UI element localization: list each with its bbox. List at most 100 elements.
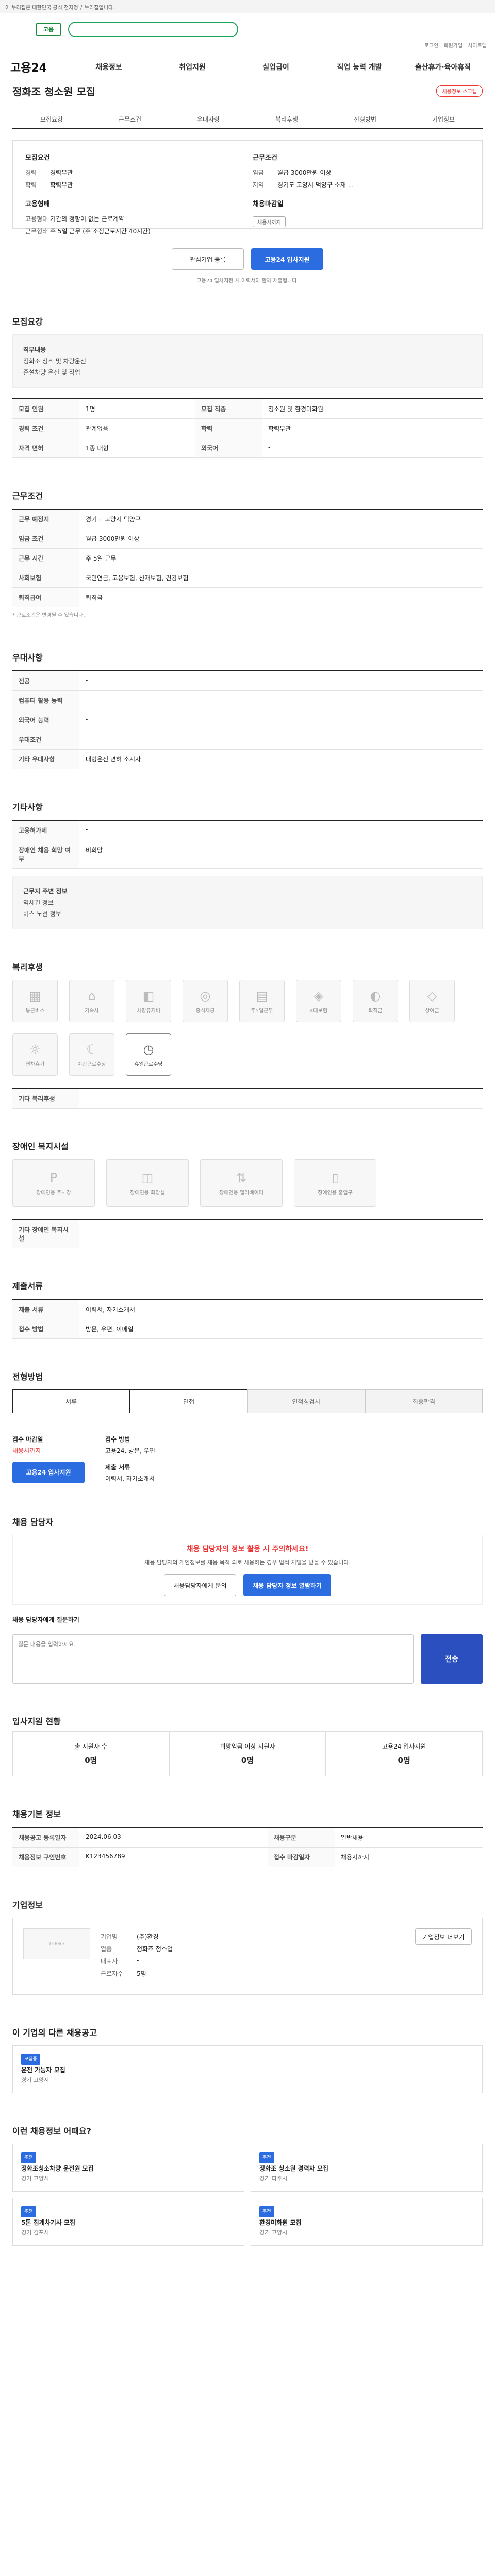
row-value: 이력서, 자기소개서 <box>79 1299 483 1319</box>
nav-item-support[interactable]: 취업지원 <box>151 62 234 72</box>
welfare-item: ☼ 연차휴가 <box>12 1033 58 1076</box>
disabled-etc: 기타 장애인 복지시설 - <box>12 1219 483 1248</box>
row-value: 경기도 고양시 덕양구 <box>79 509 483 529</box>
entrance-icon: ▯ <box>332 1170 339 1185</box>
method-label: 접수 방법 <box>105 1436 130 1443</box>
row-value: - <box>79 820 483 840</box>
logo[interactable]: 고용 <box>36 23 61 36</box>
process-step: 서류 <box>12 1389 130 1413</box>
card-tag: 추천 <box>259 2152 274 2163</box>
apply-button[interactable]: 고용24 입사지원 <box>251 248 323 270</box>
nearby-item[interactable]: 버스 노선 정보 <box>23 908 472 920</box>
company-more-button[interactable]: 기업정보 더보기 <box>415 1928 472 1945</box>
recommend-card[interactable]: 추천 정화조 청소원 경력자 모집 경기 파주시 <box>251 2144 483 2192</box>
contact-inquiry-button[interactable]: 채용담당자에게 문의 <box>164 1574 236 1596</box>
recommend-card[interactable]: 추천 정화조청소차량 운전원 모집 경기 고양시 <box>12 2144 244 2192</box>
section-recommend-title: 이런 채용정보 어때요? <box>12 2126 91 2136</box>
card-tag: 추천 <box>21 2206 36 2217</box>
disabled-label: 장애인용 엘리베이터 <box>219 1190 263 1196</box>
card-title: 환경미화원 모집 <box>259 2219 302 2226</box>
tab-recruit[interactable]: 모집요강 <box>12 111 91 128</box>
process-step: 면접 <box>130 1389 248 1413</box>
contact-view-button[interactable]: 채용 담당자 정보 열람하기 <box>243 1574 331 1596</box>
welfare-label: 야간근로수당 <box>77 1061 106 1067</box>
recruit-heading: 모집요건 <box>25 154 50 162</box>
tab-company[interactable]: 기업정보 <box>404 111 483 128</box>
row-value: 청소원 및 환경미화원 <box>262 399 483 419</box>
welfare-label: 통근버스 <box>25 1008 45 1014</box>
welfare-label: 상여금 <box>425 1008 439 1014</box>
nearby-item[interactable]: 역세권 정보 <box>23 897 472 908</box>
kv-label: 임금 <box>253 169 265 176</box>
kv-value: (주)환경 <box>137 1933 159 1940</box>
card-title: 5톤 집게차기사 모집 <box>21 2219 76 2226</box>
row-label: 경력 조건 <box>12 418 79 438</box>
tab-welfare[interactable]: 복리후생 <box>248 111 326 128</box>
nav-item-training[interactable]: 직업 능력 개발 <box>318 62 401 72</box>
clock-icon: ◷ <box>143 1042 154 1057</box>
card-meta: 경기 고양시 <box>21 2175 50 2182</box>
row-label: 퇴직급여 <box>12 587 79 607</box>
tab-pref[interactable]: 우대사항 <box>169 111 248 128</box>
login-link[interactable]: 로그인 <box>424 41 439 49</box>
process-step: 최종합격 <box>365 1389 483 1413</box>
stat-item: 총 지원자 수 0명 <box>13 1732 170 1776</box>
welfare-item: ◈ 4대보험 <box>296 980 341 1022</box>
sitemap-link[interactable]: 사이트맵 <box>468 41 487 49</box>
tab-process[interactable]: 전형방법 <box>326 111 404 128</box>
desc-line: 정화조 청소 및 차량운전 <box>23 358 86 365</box>
contact-warning: 채용 담당자의 정보 활용 시 주의하세요! 채용 담당자의 개인정보를 채용 … <box>12 1535 483 1605</box>
nav-item-benefits[interactable]: 실업급여 <box>234 62 318 72</box>
row-value: 국민연금, 고용보험, 산재보험, 건강보험 <box>79 568 483 588</box>
card-title: 정화조청소차량 운전원 모집 <box>21 2165 94 2172</box>
stat-item: 희망임금 이상 지원자 0명 <box>170 1732 326 1776</box>
nearby-info: 근무지 주변 정보 역세권 정보 버스 노선 정보 <box>12 876 483 929</box>
welfare-label: 퇴직금 <box>368 1008 383 1014</box>
bonus-icon: ◇ <box>427 988 437 1003</box>
card-meta: 경기 김포시 <box>21 2229 50 2236</box>
docs-table: 제출 서류 이력서, 자기소개서 접수 방법 방문, 우편, 이메일 <box>12 1299 483 1339</box>
qna-send-button[interactable]: 전송 <box>421 1634 483 1684</box>
nav-item-jobs[interactable]: 채용정보 <box>67 62 151 72</box>
card-meta: 경기 고양시 <box>21 2077 50 2083</box>
row-value: 월급 3000만원 이상 <box>79 529 483 549</box>
desc-title: 직무내용 <box>23 346 46 353</box>
section-disabled-title: 장애인 복지시설 <box>12 1142 69 1151</box>
disabled-label: 장애인용 출입구 <box>318 1190 353 1196</box>
form-heading: 고용형태 <box>25 200 50 208</box>
recommend-card[interactable]: 추천 5톤 집게차기사 모집경기 김포시 <box>12 2198 244 2246</box>
welfare-label: 중식제공 <box>195 1008 215 1014</box>
similar-card[interactable]: 모집중 운전 가능자 모집 경기 고양시 <box>12 2045 483 2093</box>
recommend-card[interactable]: 추천 환경미화원 모집 경기 고양시 <box>251 2198 483 2246</box>
search-input[interactable] <box>68 22 238 37</box>
row-label: 사회보험 <box>12 568 79 588</box>
scrap-badge[interactable]: 채용정보 스크랩 <box>436 85 483 97</box>
welfare-item: ◎ 중식제공 <box>183 980 228 1022</box>
restroom-icon: ◫ <box>141 1170 154 1185</box>
qna-input[interactable] <box>12 1634 414 1684</box>
welfare-item: ▦ 통근버스 <box>12 980 58 1022</box>
section-pref-title: 우대사항 <box>12 653 43 663</box>
brand-name[interactable]: 고용24 <box>10 59 67 75</box>
signup-link[interactable]: 회원가입 <box>443 41 463 49</box>
doc-value: 이력서, 자기소개서 <box>105 1475 155 1482</box>
card-title: 정화조 청소원 경력자 모집 <box>259 2165 328 2172</box>
row-value: 1명 <box>79 399 195 419</box>
row-label: 자격 면허 <box>12 438 79 458</box>
kv-value: 주 5일 근무 (주 소정근로시간 40시간) <box>50 228 151 235</box>
interest-button[interactable]: 관심기업 등록 <box>172 248 244 270</box>
stat-value: 0명 <box>85 1756 97 1765</box>
apply-button-bottom[interactable]: 고용24 입사지원 <box>12 1462 85 1483</box>
nav-item-leave[interactable]: 출산휴가·육아휴직 <box>401 62 485 72</box>
tab-work[interactable]: 근무조건 <box>91 111 169 128</box>
welfare-label: 차량유지비 <box>137 1008 160 1014</box>
stat-label: 고용24 입사지원 <box>382 1743 426 1750</box>
kv-value: - <box>137 1957 139 1964</box>
row-value: 관계없음 <box>79 418 195 438</box>
process-steps: 서류 면접 인적성검사 최종합격 <box>12 1389 483 1413</box>
kv-label: 고용형태 <box>25 215 48 223</box>
section-basic-title: 채용기본 정보 <box>12 1809 61 1819</box>
row-label: 접수 마감일자 <box>267 1847 335 1867</box>
stat-value: 0명 <box>241 1756 254 1765</box>
apply-info: 접수 마감일 채용시까지 고용24 입사지원 접수 방법 고용24, 방문, 우… <box>12 1434 483 1484</box>
